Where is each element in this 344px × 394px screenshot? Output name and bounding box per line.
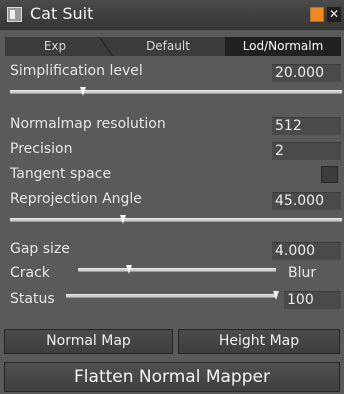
simplification-slider-track[interactable] [10,90,342,94]
simplification-level-field[interactable]: 20.000 [272,64,341,82]
crack-blur-slider-handle[interactable] [126,265,133,274]
reprojection-angle-field[interactable]: 45.000 [272,192,341,210]
normalmap-resolution-field[interactable]: 512 [272,117,341,135]
tangent-space-label: Tangent space [10,166,112,182]
normalmap-resolution-label: Normalmap resolution [10,116,166,132]
tab-strip: Exp Default Lod/Normalm [5,37,341,56]
close-button[interactable]: ✕ [327,7,341,22]
window-title: Cat Suit [30,4,94,23]
simplification-level-label: Simplification level [10,63,143,79]
title-bar[interactable]: Cat Suit ✕ [0,0,344,30]
reprojection-slider-track[interactable] [10,218,342,222]
height-map-button[interactable]: Height Map [178,329,340,354]
reprojection-slider-handle[interactable] [119,215,126,224]
tangent-space-checkbox[interactable] [321,166,338,183]
status-value: 100 [284,291,341,309]
status-progress-track [66,294,276,298]
precision-label: Precision [10,141,73,157]
simplification-slider-handle[interactable] [80,87,87,96]
window: Cat Suit ✕ Exp Default Lod/Normalm Simpl… [0,0,344,394]
tab-lod-normalm[interactable]: Lod/Normalm [225,37,341,56]
tab-default[interactable]: Default [113,37,223,56]
blur-label: Blur [288,265,317,281]
crack-blur-slider-track[interactable] [78,268,276,272]
minimize-button[interactable] [310,7,324,22]
tab-exp[interactable]: Exp [5,37,105,56]
reprojection-angle-label: Reprojection Angle [10,191,142,207]
gap-size-field[interactable]: 4.000 [272,242,341,260]
status-label: Status [10,291,55,307]
normal-map-button[interactable]: Normal Map [4,329,173,354]
status-progress-marker [273,291,279,300]
precision-field[interactable]: 2 [272,142,341,160]
crack-label: Crack [10,265,50,281]
window-menu-icon[interactable] [7,7,22,22]
flatten-normal-mapper-button[interactable]: Flatten Normal Mapper [4,362,340,392]
gap-size-label: Gap size [10,241,70,257]
